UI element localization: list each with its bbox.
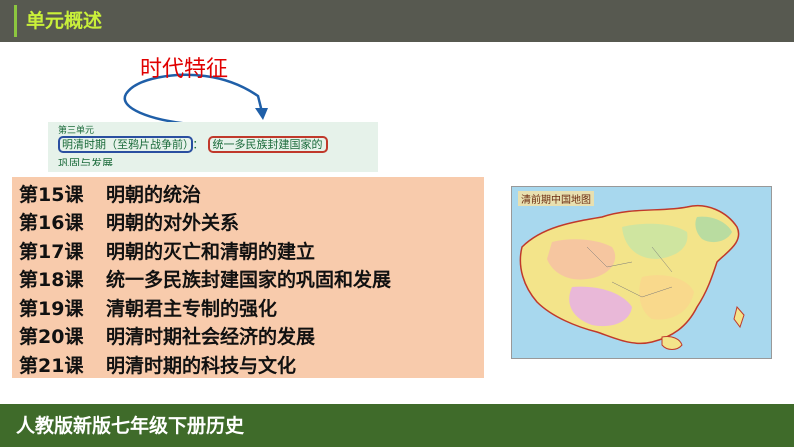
map-illustration <box>512 187 771 358</box>
lesson-item: 第17课 明朝的灭亡和清朝的建立 <box>12 236 484 265</box>
lesson-number: 第18课 <box>19 269 84 292</box>
unit-period-highlight: 明清时期（至鸦片战争前） <box>58 136 193 153</box>
lesson-title: 明朝的统治 <box>106 183 202 206</box>
lesson-title: 统一多民族封建国家的巩固和发展 <box>106 269 392 292</box>
unit-header-box: 第三单元 明清时期（至鸦片战争前）：统一多民族封建国家的 巩固与发展 <box>48 122 378 172</box>
lesson-item: 第15课 明朝的统治 <box>12 179 484 208</box>
lesson-title: 明朝的对外关系 <box>106 212 240 235</box>
lesson-number: 第17课 <box>19 240 84 263</box>
lesson-item: 第19课 清朝君主专制的强化 <box>12 293 484 322</box>
map-title: 清前期中国地图 <box>518 191 594 206</box>
qing-china-map: 清前期中国地图 <box>511 186 772 359</box>
footer-title: 人教版新版七年级下册历史 <box>16 415 245 437</box>
lesson-title: 明清时期的科技与文化 <box>106 354 297 377</box>
lesson-title: 明朝的灭亡和清朝的建立 <box>106 240 316 263</box>
unit-theme-highlight: 统一多民族封建国家的 <box>207 136 328 153</box>
lesson-list: 第15课 明朝的统治 第16课 明朝的对外关系 第17课 明朝的灭亡和清朝的建立 第1… <box>12 177 484 378</box>
header-accent-stripe <box>14 5 17 37</box>
lesson-item: 第21课 明清时期的科技与文化 <box>12 350 484 379</box>
lesson-number: 第19课 <box>19 297 84 320</box>
lesson-number: 第21课 <box>19 354 84 377</box>
lesson-title: 明清时期社会经济的发展 <box>106 326 316 349</box>
lesson-item: 第18课 统一多民族封建国家的巩固和发展 <box>12 265 484 294</box>
header-bar: 单元概述 <box>0 0 794 42</box>
era-feature-label: 时代特征 <box>140 57 229 82</box>
lesson-number: 第15课 <box>19 183 84 206</box>
unit-title-line: 明清时期（至鸦片战争前）：统一多民族封建国家的 <box>58 136 328 153</box>
unit-title-continued: 巩固与发展 <box>58 158 113 166</box>
unit-separator: ： <box>192 138 204 151</box>
lesson-title: 清朝君主专制的强化 <box>106 297 278 320</box>
lesson-item: 第20课 明清时期社会经济的发展 <box>12 322 484 351</box>
lesson-item: 第16课 明朝的对外关系 <box>12 208 484 237</box>
lesson-number: 第16课 <box>19 212 84 235</box>
page-title: 单元概述 <box>26 10 103 32</box>
footer-bar: 人教版新版七年级下册历史 <box>0 404 794 447</box>
lesson-number: 第20课 <box>19 326 84 349</box>
